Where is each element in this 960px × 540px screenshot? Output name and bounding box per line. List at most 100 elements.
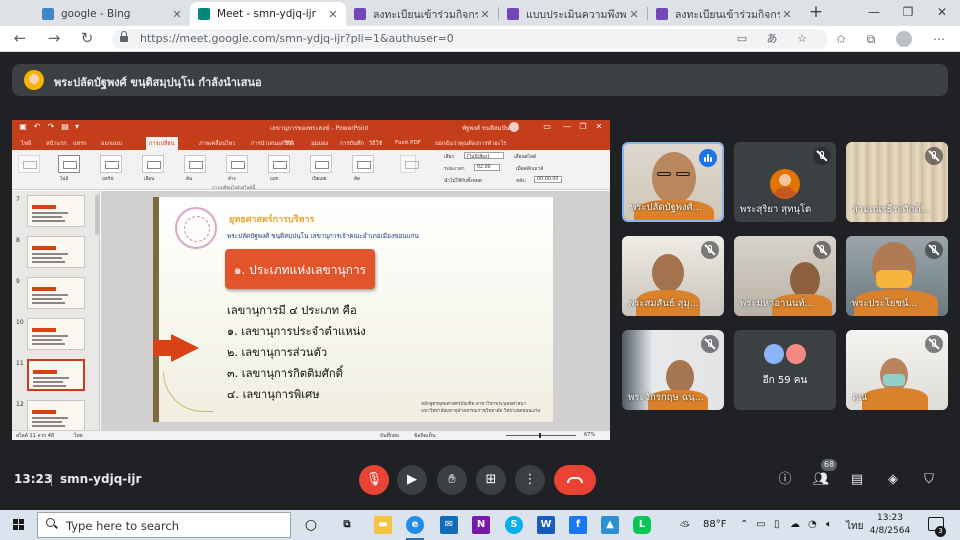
thumb-text-line xyxy=(33,377,69,379)
translate-icon[interactable]: あ xyxy=(764,31,780,47)
new-tab-button[interactable]: + xyxy=(806,3,826,23)
back-icon[interactable]: ← xyxy=(10,29,30,49)
edge-icon[interactable]: e xyxy=(406,516,424,534)
browser-toolbar: ← → ↻ https://meet.google.com/smn-ydjq-i… xyxy=(0,26,960,52)
browser-tab-meet[interactable]: Meet - smn-ydjq-ijr ✕ xyxy=(190,2,346,26)
meeting-details-icon[interactable]: ⓘ xyxy=(775,470,795,490)
participant-tile[interactable]: พระประโยชน์... xyxy=(846,236,948,316)
speaking-indicator-icon xyxy=(699,149,717,167)
word-icon[interactable]: W xyxy=(537,516,555,534)
input-language[interactable]: ไทย xyxy=(846,519,863,534)
network-icon[interactable]: ▭ xyxy=(756,519,765,530)
duration-input: 02.00 xyxy=(474,164,500,171)
host-controls-icon[interactable]: ⛉ xyxy=(919,470,939,490)
camera-toggle-button[interactable]: ▶ xyxy=(397,465,427,495)
mic-off-icon xyxy=(701,335,719,353)
participant-tile[interactable]: สามเณรธีระศักดิ์... xyxy=(846,142,948,222)
participant-face xyxy=(652,254,684,292)
people-icon[interactable]: 👥︎ xyxy=(811,470,831,490)
raise-hand-button[interactable]: ✋︎ xyxy=(437,465,467,495)
participant-name: สามเณรธีระศักดิ์... xyxy=(852,204,930,215)
slide-thumbnail xyxy=(27,400,85,432)
forward-icon[interactable]: → xyxy=(44,29,64,49)
close-tab-icon[interactable]: ✕ xyxy=(780,8,794,21)
transition-thumb xyxy=(184,155,206,173)
favorites-icon[interactable]: ✩ xyxy=(832,30,850,48)
slide-title-box: ๑. ประเภทแห่งเลขานุการ xyxy=(225,249,375,289)
participant-tile[interactable]: พระจักรกฤษ ฉนฺ... xyxy=(622,330,724,410)
onenote-icon[interactable]: N xyxy=(472,516,490,534)
mail-icon[interactable]: ✉ xyxy=(440,516,458,534)
participant-face xyxy=(790,262,820,298)
apply-all-button: นำไปใช้กับทั้งหมด xyxy=(444,179,482,184)
battery-icon[interactable]: ▯ xyxy=(774,519,780,530)
onedrive-icon[interactable]: ☁ xyxy=(790,519,800,530)
close-tab-icon[interactable]: ✕ xyxy=(478,8,492,21)
wifi-icon[interactable]: ◔ xyxy=(808,519,817,530)
hand-icon: ✋︎ xyxy=(448,472,456,487)
windows-start-button[interactable] xyxy=(13,519,25,531)
close-tab-icon[interactable]: ✕ xyxy=(627,8,641,21)
browser-tab-registration-2[interactable]: ลงทะเบียนเข้าร่วมกิจกรรม พระ ✕ xyxy=(648,2,800,26)
slide-accent-bar xyxy=(153,197,159,422)
task-view-icon[interactable]: ⧉ xyxy=(338,516,356,534)
participant-tile[interactable]: พระปลัดบัฐพงศ์... xyxy=(622,142,724,222)
slide-thumbnail xyxy=(27,277,85,309)
close-tab-icon[interactable]: ✕ xyxy=(326,8,340,21)
present-icon: ▤ xyxy=(61,122,69,131)
participant-name: พระจักรกฤษ ฉนฺ... xyxy=(628,392,704,403)
present-now-button[interactable]: ⊞ xyxy=(476,465,506,495)
skype-icon[interactable]: S xyxy=(505,516,523,534)
maximize-button[interactable]: ❐ xyxy=(894,3,922,21)
close-tab-icon[interactable]: ✕ xyxy=(170,8,184,21)
taskbar-clock[interactable]: 13:23 4/8/2564 xyxy=(868,512,912,538)
taskbar-search-input[interactable]: Type here to search xyxy=(37,512,291,538)
leave-call-button[interactable] xyxy=(554,465,596,495)
more-vert-icon: ⋮ xyxy=(523,472,537,487)
slide-number: 7 xyxy=(16,196,20,203)
participant-tile[interactable]: คุณ xyxy=(846,330,948,410)
participant-tile[interactable]: อีก 59 คน xyxy=(734,330,836,410)
participant-tile[interactable]: พระมหาอานนท์... xyxy=(734,236,836,316)
notification-count: 3 xyxy=(935,526,946,537)
profile-avatar[interactable] xyxy=(896,31,912,47)
collections-icon[interactable]: ⧉ xyxy=(862,30,880,48)
facebook-icon[interactable]: f xyxy=(569,516,587,534)
close-window-button[interactable]: ✕ xyxy=(928,3,956,21)
sound-select: [ไม่มีเสียง] xyxy=(464,152,504,160)
thumb-text-line xyxy=(32,253,68,255)
browser-tab-bing[interactable]: google - Bing ✕ xyxy=(34,2,190,26)
chat-icon[interactable]: ▤ xyxy=(847,470,867,490)
camera-icon[interactable]: ▭ xyxy=(734,31,750,47)
favorite-star-icon[interactable]: ☆ xyxy=(794,31,810,47)
powerpoint-ribbon: ไม่มี มอร์ฟ เลือน ดัน ล้าง แยก เปิดเผย ตัด การเ… xyxy=(12,150,610,191)
university-emblem xyxy=(175,207,217,249)
cortana-icon[interactable]: ○ xyxy=(302,516,320,534)
file-explorer-icon[interactable]: ▬ xyxy=(374,516,392,534)
transition-thumb xyxy=(58,155,80,173)
participant-tile[interactable]: พระสุริยา สุทนุโต xyxy=(734,142,836,222)
forms-icon xyxy=(507,8,519,20)
slide-bullet-line: เลขานุการมี ๔ ประเภท คือ xyxy=(227,304,357,317)
participant-tile[interactable]: พระสมสันธ์ สุมุ... xyxy=(622,236,724,316)
minimize-button[interactable]: — xyxy=(860,3,888,21)
show-hidden-icons[interactable]: ⌃ xyxy=(740,519,748,530)
microphone-toggle-button[interactable]: 🎙︎ xyxy=(359,465,389,495)
search-icon xyxy=(46,518,55,527)
close-icon: ✕ xyxy=(595,122,603,131)
browser-tab-registration[interactable]: ลงทะเบียนเข้าร่วมกิจกรรม #ลง ✕ xyxy=(346,2,498,26)
transition-label: แยก xyxy=(270,177,279,182)
volume-icon[interactable]: 🔈︎ xyxy=(826,519,832,530)
slide-bullet-line: ๓. เลขานุการกิตติมศักดิ์ xyxy=(227,367,343,380)
activities-icon[interactable]: ◈ xyxy=(883,470,903,490)
line-icon[interactable]: L xyxy=(633,516,651,534)
more-options-button[interactable]: ⋮ xyxy=(515,465,545,495)
address-bar[interactable]: https://meet.google.com/smn-ydjq-ijr?pli… xyxy=(112,29,828,49)
refresh-icon[interactable]: ↻ xyxy=(77,29,97,49)
browser-tab-evaluation[interactable]: แบบประเมินความพึงพอใจ กิจก ✕ xyxy=(499,2,647,26)
photos-icon[interactable]: ▲ xyxy=(601,516,619,534)
more-menu-icon[interactable]: ⋯ xyxy=(930,30,948,48)
weather-icon[interactable]: ⛅︎ xyxy=(680,519,690,534)
weather-temp[interactable]: 88°F xyxy=(703,519,726,530)
language-indicator: ไทย xyxy=(74,433,83,439)
